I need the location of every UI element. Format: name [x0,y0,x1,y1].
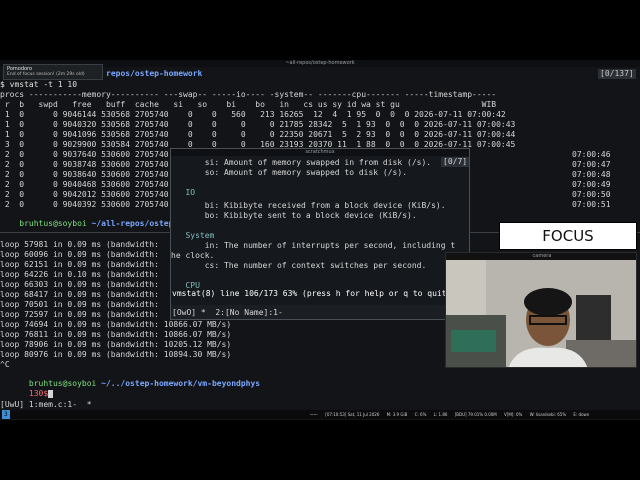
top-margin [0,0,640,60]
status-segment: ~~· [310,412,318,417]
status-segment: V[M]: 0% [504,412,523,417]
loop-line: loop 78906 in 0.09 ms (bandwidth: 10205.… [0,340,232,349]
top-prompt-tail: repos/ostep-homework [106,69,203,78]
man-line: in: The number of interrupts per second,… [171,241,456,250]
loop-line: loop 62151 in 0.09 ms (bandwidth: [0,260,159,269]
vmstat-row: 2 0 0 9040468 530600 2705740 [0,180,169,189]
status-segment: E: down [573,412,590,417]
vmstat-row: 2 0 0 9040392 530600 2705740 [0,200,169,209]
loop-line: loop 66303 in 0.09 ms (bandwidth: [0,280,159,289]
man-line: bi: Kibibyte received from a block devic… [171,201,446,210]
man-line: si: Amount of memory swapped in from dis… [171,158,432,167]
vmstat-row: 2 0 0 9038640 530600 2705740 [0,170,169,179]
focus-label: FOCUS [542,227,594,245]
system-status-bar: 3 ~~· [07:10:53] Sat, 11 Jul 2026 M: 3.9… [0,410,640,419]
workspace-indicator[interactable]: 3 [2,410,10,419]
prompt-line-1: bruhtus@soyboi ~/all-repos/ostep-h [0,210,183,228]
popup-title-bar: scratchmux [171,149,469,156]
tmux-status-bar[interactable]: [UwU] 1:mem.c:1- * [0,400,92,409]
search-counter: [0/137] [598,69,636,79]
prompt-path: ~/../ostep-homework/vm-beyondphys [96,379,261,388]
vmstat-timestamp: 07:00:50 [572,190,611,199]
vmstat-timestamp: 07:00:47 [572,160,611,169]
vmstat-row: 1 0 0 9040320 530568 2705740 0 0 0 0 217… [0,120,516,129]
loop-line: loop 60096 in 0.09 ms (bandwidth: [0,250,159,259]
loop-line: loop 68417 in 0.09 ms (bandwidth: [0,290,159,299]
popup-counter: [0/7] [441,157,470,167]
vmstat-timestamp: 07:00:51 [572,200,611,209]
prompt-line-2: bruhtus@soyboi ~/../ostep-homework/vm-be… [0,370,260,388]
popup-title: scratchmux [305,149,335,155]
vmstat-row: 1 0 0 9041096 530568 2705740 0 0 0 0 223… [0,130,516,139]
pomodoro-title: Pomodoro [7,66,33,72]
man-status-line: vmstat(8) line 106/173 63% (press h for … [172,289,452,298]
man-line: so: Amount of memory swapped to disk (/s… [171,168,408,177]
vmstat-row: 2 0 0 9037640 530600 2705740 [0,150,169,159]
focus-panel: FOCUS [499,222,637,250]
man-page-popup[interactable]: scratchmux [0/7] si: Amount of memory sw… [170,148,470,320]
vmstat-row: 1 0 0 9046144 530568 2705740 0 0 560 213… [0,110,506,119]
camera-window[interactable]: camera [445,252,637,368]
camera-title-bar: camera [446,253,636,260]
prompt-host: @soyboi [52,219,87,228]
prompt-host: @soyboi [62,379,97,388]
man-line: he clock. [171,251,215,260]
loop-line: loop 72597 in 0.09 ms (bandwidth: [0,310,159,319]
loop-line: loop 80976 in 0.09 ms (bandwidth: 10894.… [0,350,232,359]
status-segment: M: 3.9 GiB [386,412,408,417]
vmstat-header-2: r b swpd free buff cache si so bi bo in … [0,100,497,109]
webcam-feed [446,260,636,367]
cursor [48,389,54,398]
vmstat-header-1: procs -----------memory---------- ---swa… [0,90,497,99]
loop-line: loop 76811 in 0.09 ms (bandwidth: 10866.… [0,330,232,339]
status-segment: [BDU] 79.01% 0.00M [454,412,497,417]
ctrl-c-line: ^C [0,360,10,369]
bottom-margin [0,420,640,480]
exit-code: 130$ [28,389,49,398]
man-line: System [171,231,215,240]
pomodoro-notification[interactable]: Pomodoro End of focus session! (2m 29s o… [3,64,103,80]
prompt-path: ~/all-repos/ostep-h [86,219,184,228]
vmstat-row: 2 0 0 9038748 530600 2705740 [0,160,169,169]
status-segment: L: 1.86 [433,412,448,417]
man-line: cs: The number of context switches per s… [171,261,427,270]
status-segments: ~~· [07:10:53] Sat, 11 Jul 2026 M: 3.9 G… [310,410,640,419]
command-line: $ vmstat -t 1 10 [0,80,78,89]
vmstat-timestamp: 07:00:48 [572,170,611,179]
loop-line: loop 70501 in 0.09 ms (bandwidth: [0,300,159,309]
loop-line: loop 64226 in 0.10 ms (bandwidth: [0,270,159,279]
loop-line: loop 74694 in 0.09 ms (bandwidth: 10866.… [0,320,232,329]
man-line: IO [171,188,196,197]
pomodoro-body: End of focus session! (2m 29s old) [7,72,85,77]
status-segment: W: lisanikebi: 65% [529,412,567,417]
prompt-user: bruhtus [19,219,53,228]
camera-title: camera [532,253,552,259]
loop-line: loop 57981 in 0.09 ms (bandwidth: [0,240,159,249]
popup-tmux-status: [OwO] * 2:[No Name]:1- [172,308,283,317]
status-segment: [07:10:53] Sat, 11 Jul 2026 [325,412,380,417]
status-segment: C: 6% [414,412,427,417]
vmstat-timestamp: 07:00:46 [572,150,611,159]
popup-tmux-bar[interactable]: [OwO] * 2:[No Name]:1- [171,305,469,319]
vmstat-timestamp: 07:00:49 [572,180,611,189]
man-line: bo: Kibibyte sent to a block device (KiB… [171,211,417,220]
exit-code-line: 130$ [0,380,54,398]
vmstat-row: 2 0 0 9042012 530600 2705740 [0,190,169,199]
